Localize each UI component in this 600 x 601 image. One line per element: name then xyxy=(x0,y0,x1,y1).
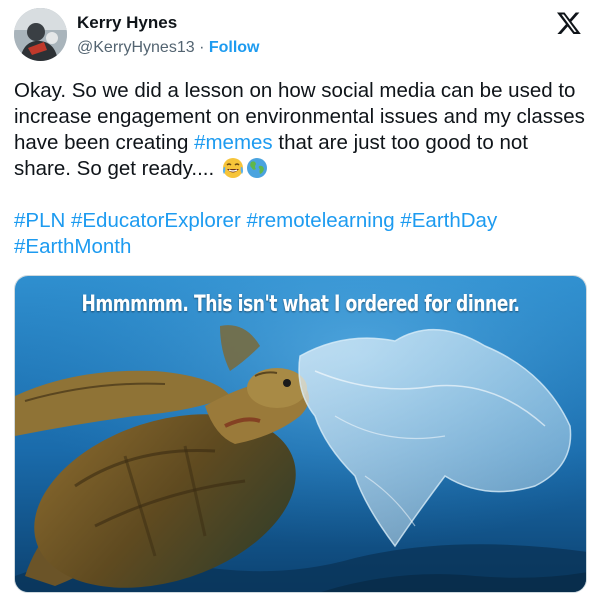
tweet-text: Okay. So we did a lesson on how social m… xyxy=(14,78,589,260)
hashtag-link[interactable]: #remotelearning xyxy=(246,209,394,232)
follow-button[interactable]: Follow xyxy=(209,39,260,56)
tweet-card: Kerry Hynes @KerryHynes13 · Follow Okay.… xyxy=(0,0,600,601)
x-logo-icon[interactable] xyxy=(556,10,582,36)
hashtag-link[interactable]: #EarthMonth xyxy=(14,235,131,258)
separator-dot: · xyxy=(194,39,209,56)
hashtag-link[interactable]: #PLN xyxy=(14,209,65,232)
hashtag-link[interactable]: #EarthDay xyxy=(400,209,497,232)
meme-caption: Hmmmmm. This isn't what I ordered for di… xyxy=(81,292,520,317)
user-handle[interactable]: @KerryHynes13 xyxy=(77,39,195,56)
tweet-paragraph-main: Okay. So we did a lesson on how social m… xyxy=(14,78,589,182)
display-name[interactable]: Kerry Hynes xyxy=(77,13,260,33)
hashtag-list: #PLN #EducatorExplorer #remotelearning #… xyxy=(14,208,589,260)
sea-turtle-plastic-bag-illustration xyxy=(15,276,586,592)
globe-emoji-icon xyxy=(246,158,267,178)
avatar[interactable] xyxy=(14,8,67,61)
hashtag-link[interactable]: #memes xyxy=(194,131,273,154)
tweet-header: Kerry Hynes @KerryHynes13 · Follow xyxy=(14,8,586,66)
handle-row: @KerryHynes13 · Follow xyxy=(77,38,260,58)
tweet-media-image[interactable]: Hmmmmm. This isn't what I ordered for di… xyxy=(14,275,587,593)
hashtag-link[interactable]: #EducatorExplorer xyxy=(71,209,241,232)
tears-of-joy-emoji-icon xyxy=(222,158,243,178)
avatar-photo-icon xyxy=(14,8,67,61)
user-info: Kerry Hynes @KerryHynes13 · Follow xyxy=(77,13,260,58)
